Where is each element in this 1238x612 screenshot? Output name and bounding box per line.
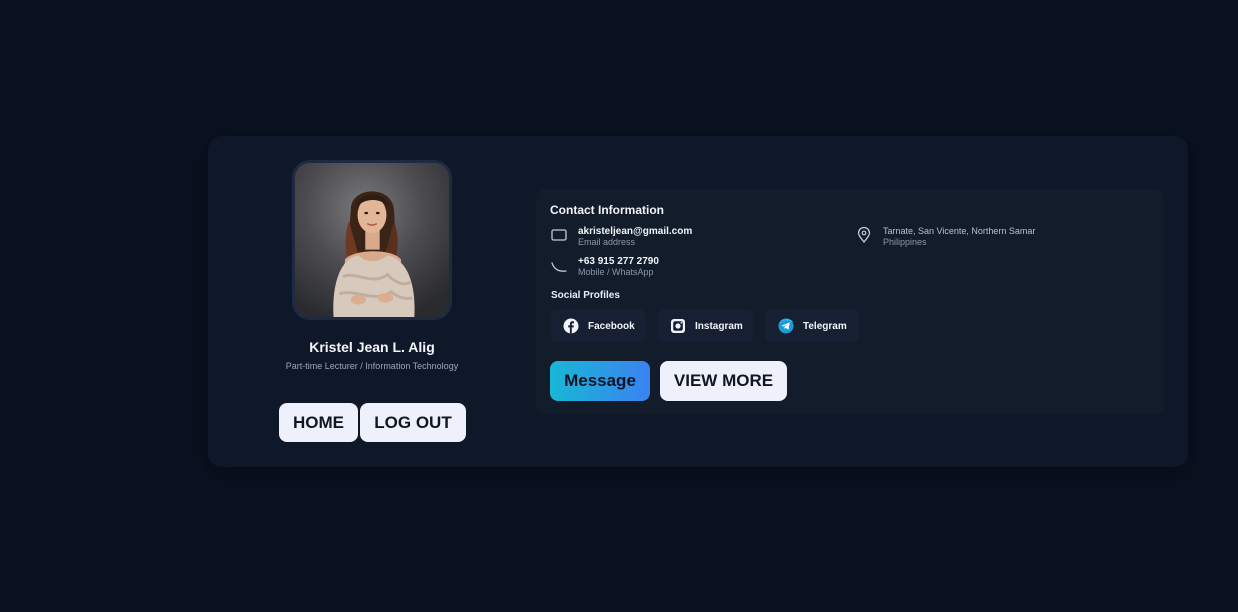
contact-location: Tarnate, San Vicente, Northern Samar Phi… [855,226,1155,248]
profile-name: Kristel Jean L. Alig [309,339,435,355]
mail-icon [551,229,567,241]
location-value: Tarnate, San Vicente, Northern Samar [883,226,1036,236]
instagram-icon [671,319,685,333]
profile-role: Part-time Lecturer / Information Technol… [285,361,459,371]
email-value: akristeljean@gmail.com [578,226,693,237]
profile-card: Kristel Jean L. Alig Part-time Lecturer … [208,136,1188,467]
email-label: Email address [578,237,636,247]
social-section-title: Social Profiles [551,290,620,301]
contact-section-title: Contact Information [550,203,664,217]
view-more-button[interactable]: VIEW MORE [660,361,787,401]
home-button[interactable]: HOME [279,403,358,442]
location-country: Philippines [883,237,927,247]
telegram-link[interactable]: Telegram [765,309,859,343]
telegram-label: Telegram [803,320,847,332]
contact-phone[interactable]: +63 915 277 2790 Mobile / WhatsApp [550,256,830,278]
telegram-icon [778,318,794,334]
map-pin-icon [857,226,871,244]
phone-label: Mobile / WhatsApp [578,267,654,277]
phone-value: +63 915 277 2790 [578,256,659,267]
facebook-link[interactable]: Facebook [550,309,646,343]
contact-email[interactable]: akristeljean@gmail.com Email address [550,226,830,248]
contact-panel: Contact Information akristeljean@gmail.c… [536,189,1164,415]
facebook-icon [563,318,579,334]
logout-button[interactable]: LOG OUT [360,403,466,442]
instagram-link[interactable]: Instagram [657,309,754,343]
phone-icon [551,262,567,272]
instagram-label: Instagram [695,320,743,332]
profile-column: Kristel Jean L. Alig Part-time Lecturer … [208,136,536,467]
avatar [292,160,452,320]
facebook-label: Facebook [588,320,635,332]
avatar-photo [295,163,449,317]
message-button[interactable]: Message [550,361,650,401]
